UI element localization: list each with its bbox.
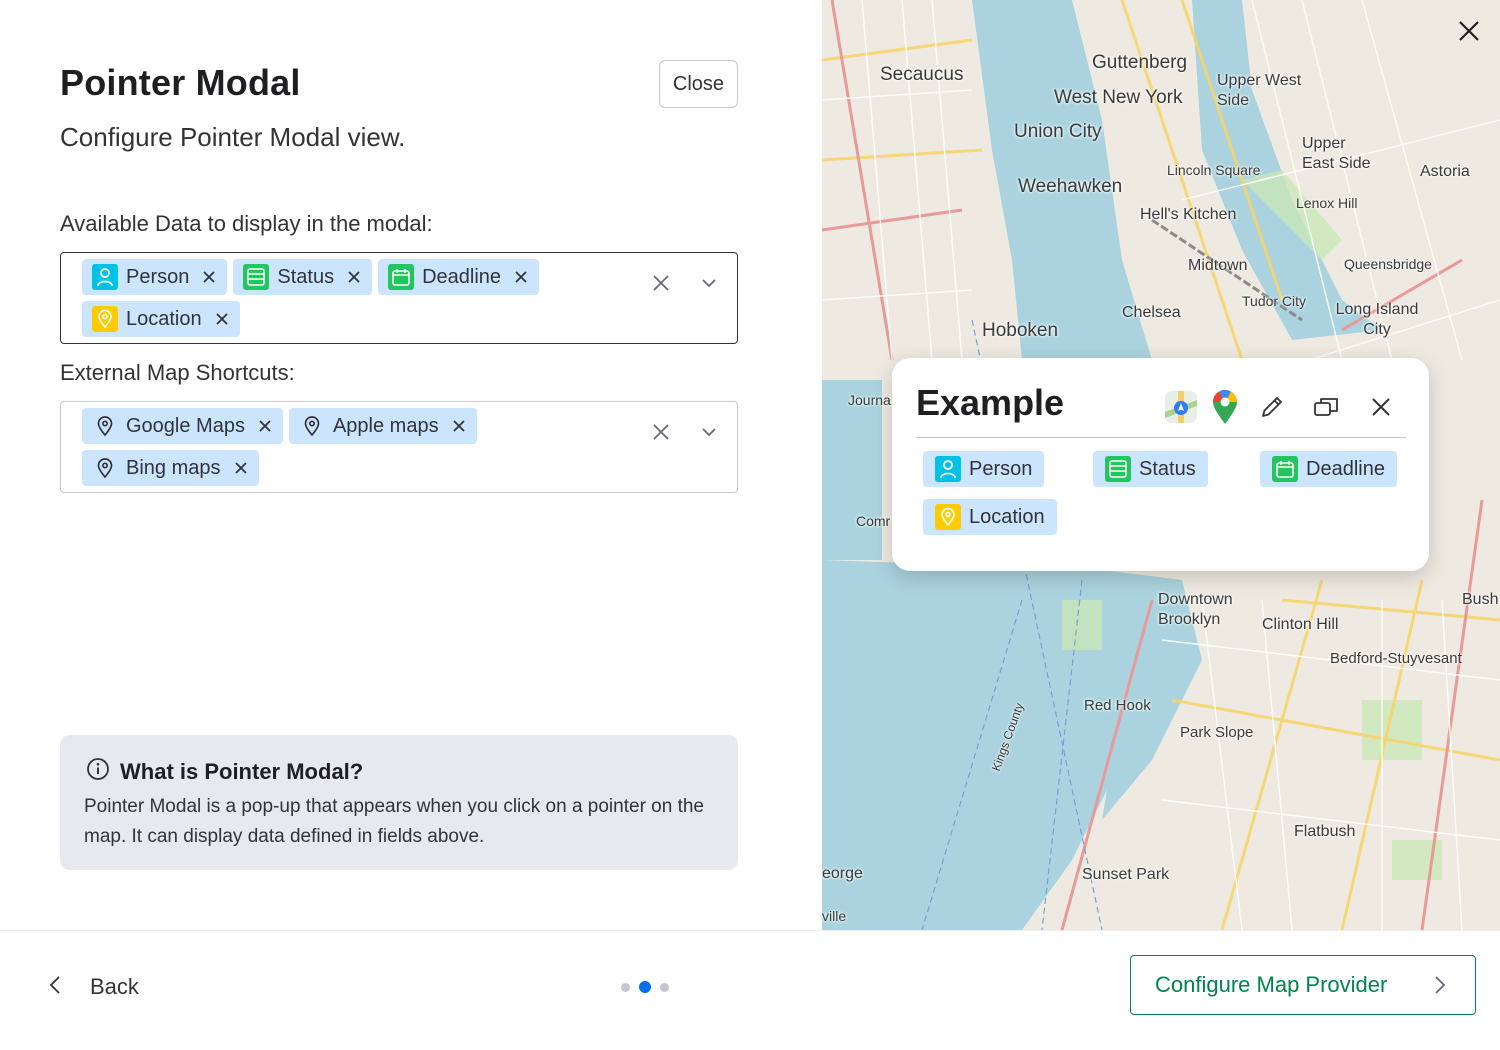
person-icon [92, 264, 118, 290]
config-panel: Pointer Modal Configure Pointer Modal vi… [0, 0, 822, 930]
popup-divider [916, 437, 1406, 438]
map-label: Bush [1462, 591, 1499, 608]
map-label: Red Hook [1084, 697, 1151, 714]
modal-title: Pointer Modal [60, 62, 301, 103]
chevron-down-icon[interactable] [697, 420, 721, 444]
info-body: Pointer Modal is a pop-up that appears w… [84, 796, 704, 847]
location-pin-icon [935, 504, 961, 530]
modal-subtitle: Configure Pointer Modal view. [60, 122, 406, 152]
configure-map-provider-button[interactable]: Configure Map Provider [1130, 955, 1476, 1015]
map-label: Hoboken [982, 320, 1059, 341]
status-icon [243, 264, 270, 290]
map-label: Downtown Brooklyn [1158, 591, 1233, 628]
popup-chip-person: Person [923, 451, 1045, 487]
step-indicator [621, 981, 669, 993]
remove-location-icon[interactable] [214, 311, 230, 327]
map-label: Guttenberg [1092, 52, 1188, 73]
map-label: Sunset Park [1082, 866, 1170, 883]
map-label: Upper East Side [1302, 135, 1371, 172]
remove-google-maps-icon[interactable] [257, 418, 273, 434]
back-button[interactable]: Back [48, 967, 139, 1007]
step-dot[interactable] [660, 982, 669, 992]
map-label: Tudor City [1242, 293, 1307, 309]
chip-google-maps: Google Maps [82, 408, 283, 444]
close-icon[interactable] [1362, 388, 1400, 426]
close-button[interactable]: Close [659, 60, 738, 108]
map-label: Park Slope [1180, 724, 1254, 741]
map-shortcuts-label: External Map Shortcuts: [60, 360, 295, 385]
map-label: Upper West Side [1217, 72, 1302, 109]
remove-apple-maps-icon[interactable] [451, 418, 467, 434]
chip-person: Person [82, 259, 228, 295]
remove-status-icon[interactable] [346, 269, 362, 285]
map-label: Weehawken [1018, 176, 1123, 197]
close-icon[interactable] [1456, 18, 1482, 44]
map-label: Hell's Kitchen [1140, 206, 1237, 223]
chevron-right-icon [1433, 974, 1447, 1001]
map-label: West New York [1054, 87, 1183, 108]
map-preview: Secaucus Guttenberg West New York Union … [822, 0, 1500, 930]
map-label: Long Island City [1335, 301, 1419, 338]
info-title: What is Pointer Modal? [120, 758, 364, 784]
map-label: Clinton Hill [1262, 616, 1339, 633]
remove-bing-maps-icon[interactable] [233, 460, 249, 476]
info-box: What is Pointer Modal? Pointer Modal is … [60, 735, 738, 870]
map-label: Union City [1014, 121, 1102, 142]
remove-deadline-icon[interactable] [513, 269, 529, 285]
map-pin-icon [299, 413, 325, 439]
map-label: Flatbush [1294, 823, 1356, 840]
chip-apple-maps: Apple maps [288, 408, 477, 444]
duplicate-icon[interactable] [1307, 388, 1345, 426]
map-label: Chelsea [1122, 304, 1181, 321]
chip-location: Location [82, 301, 240, 337]
chevron-left-icon [48, 974, 62, 1001]
map-pin-icon [92, 455, 118, 481]
status-icon [1105, 456, 1131, 482]
map-label: eorge [822, 865, 863, 882]
pointer-modal-preview: Example Person Status Deadline Location [892, 358, 1429, 571]
map-pin-icon [92, 413, 118, 439]
popup-chip-status: Status [1093, 451, 1208, 487]
map-label: Midtown [1188, 257, 1248, 274]
map-label: Secaucus [880, 64, 964, 85]
person-icon [935, 456, 961, 482]
calendar-icon [388, 264, 415, 290]
step-dot-active[interactable] [639, 981, 651, 993]
map-label: Comr [856, 513, 891, 529]
map-label: Lincoln Square [1167, 162, 1261, 178]
clear-all-icon[interactable] [649, 420, 673, 444]
map-label: Astoria [1420, 163, 1470, 180]
available-data-label: Available Data to display in the modal: [60, 211, 433, 236]
remove-person-icon[interactable] [201, 269, 217, 285]
wizard-footer: Back Configure Map Provider [0, 930, 1500, 1050]
location-pin-icon [92, 306, 118, 332]
available-data-select[interactable]: Person Status Deadline Location [60, 252, 738, 344]
pencil-icon[interactable] [1253, 388, 1291, 426]
popup-title: Example [916, 382, 1065, 423]
map-label: Journa [848, 392, 891, 408]
map-shortcuts-select[interactable]: Google Maps Apple maps Bing maps [60, 401, 738, 493]
google-maps-icon[interactable] [1206, 388, 1244, 426]
apple-maps-icon[interactable] [1162, 388, 1200, 426]
map-label: ville [822, 908, 847, 924]
map-label: Lenox Hill [1296, 195, 1358, 211]
step-dot[interactable] [621, 982, 630, 992]
chip-status: Status [233, 259, 373, 295]
calendar-icon [1272, 456, 1298, 482]
chip-deadline: Deadline [378, 259, 540, 295]
map-label: Bedford-Stuyvesant [1330, 650, 1462, 667]
clear-all-icon[interactable] [649, 271, 673, 295]
popup-chip-location: Location [923, 499, 1057, 535]
chevron-down-icon[interactable] [697, 271, 721, 295]
popup-chip-deadline: Deadline [1260, 451, 1397, 487]
map-label: Queensbridge [1344, 256, 1432, 272]
info-icon [86, 757, 110, 786]
chip-bing-maps: Bing maps [82, 450, 259, 486]
